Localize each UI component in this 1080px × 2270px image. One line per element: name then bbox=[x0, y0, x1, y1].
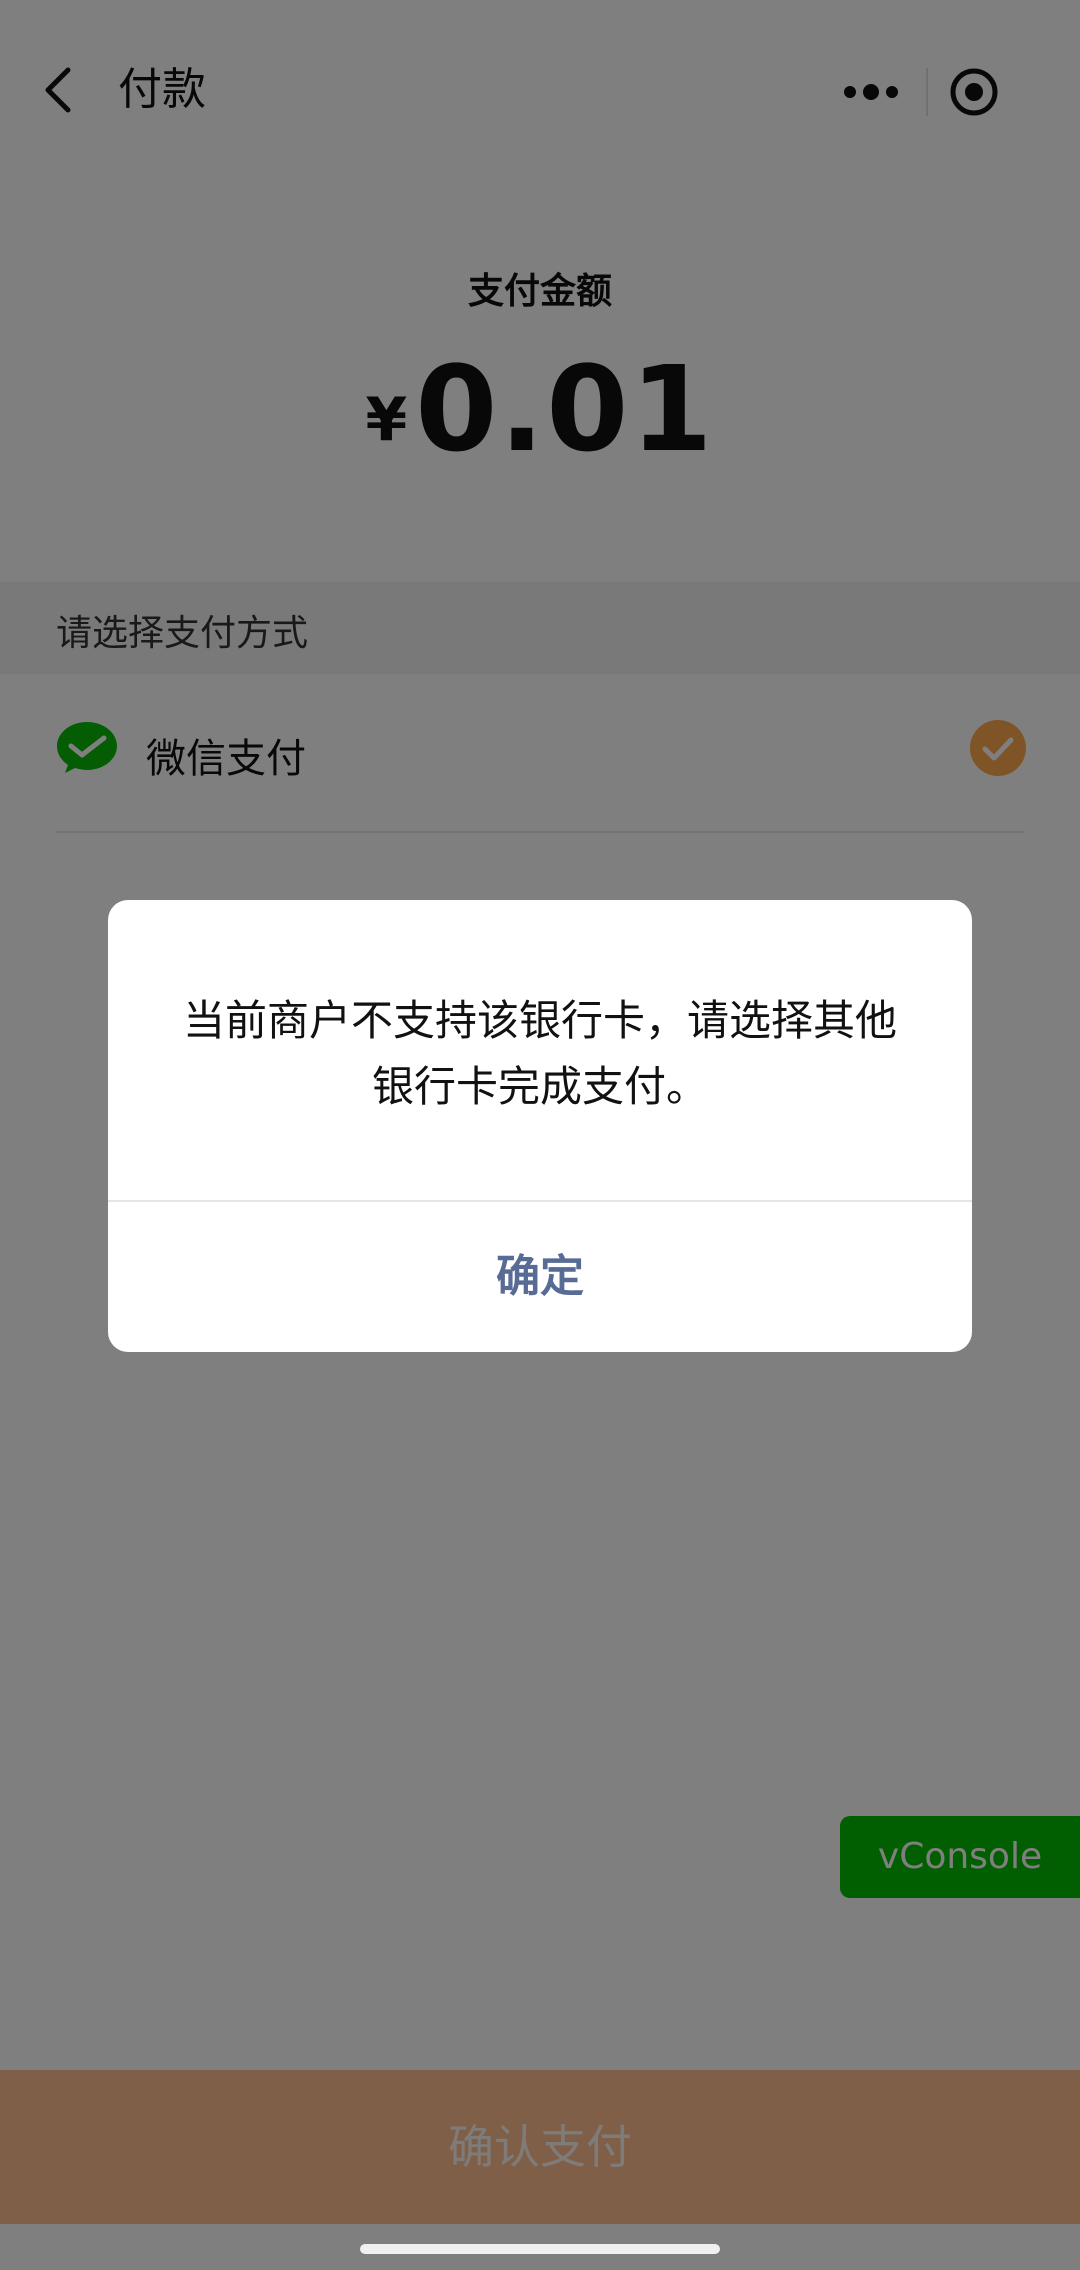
dialog-confirm-button[interactable]: 确定 bbox=[108, 1202, 972, 1352]
alert-dialog: 当前商户不支持该银行卡，请选择其他银行卡完成支付。 确定 bbox=[108, 900, 972, 1352]
home-indicator[interactable] bbox=[360, 2244, 720, 2254]
dialog-message: 当前商户不支持该银行卡，请选择其他银行卡完成支付。 bbox=[182, 996, 897, 1111]
